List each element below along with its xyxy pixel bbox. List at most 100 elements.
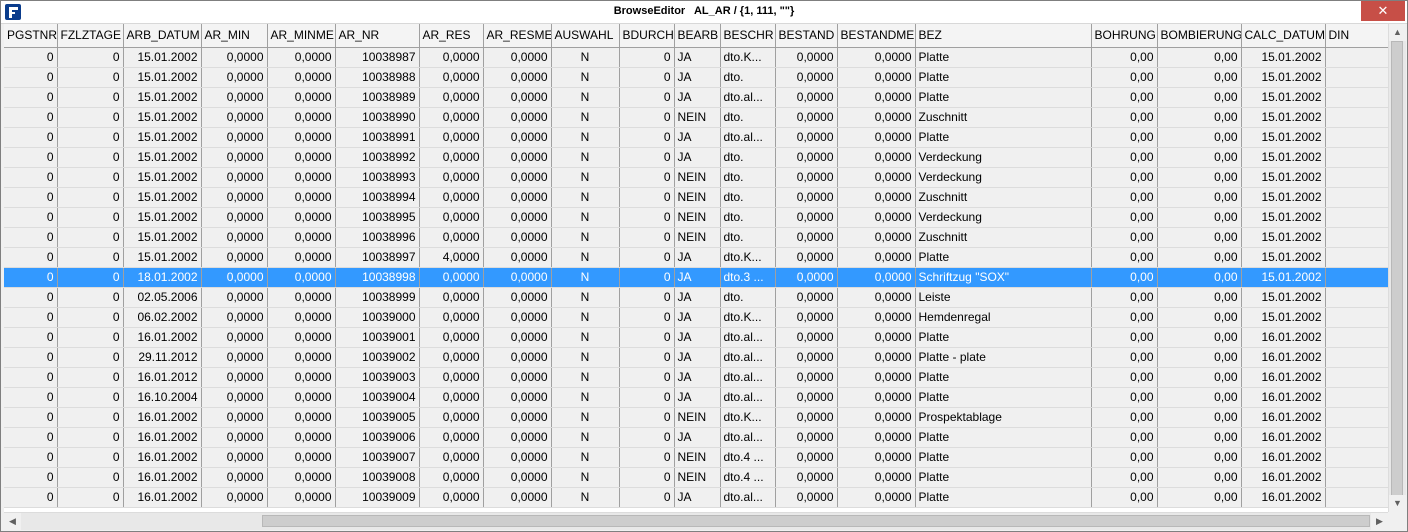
table-cell-fzlztage[interactable]: 0 <box>57 367 124 388</box>
table-cell-ar-nr[interactable]: 10038997 <box>335 247 420 268</box>
table-cell-auswahl[interactable]: N <box>551 187 620 208</box>
table-cell-ar-min[interactable]: 0,0000 <box>201 327 268 348</box>
table-cell-ar-minme[interactable]: 0,0000 <box>267 407 336 428</box>
table-row[interactable]: 0 0 16.10.2004 0,0000 0,0000 10039004 0,0000 0,… <box>4 387 1388 408</box>
table-cell-auswahl[interactable]: N <box>551 367 620 388</box>
table-cell-beschr[interactable]: dto.al... <box>720 347 776 368</box>
table-cell-bestandme[interactable]: 0,0000 <box>837 247 916 268</box>
table-cell-fzlztage[interactable]: 0 <box>57 207 124 228</box>
table-cell-auswahl[interactable]: N <box>551 427 620 448</box>
column-header-arb-datum[interactable]: ARB_DATUM <box>123 24 202 48</box>
table-row[interactable]: 0 0 18.01.2002 0,0000 0,0000 10038998 0,0000 0,… <box>4 267 1388 288</box>
table-cell-bez[interactable]: Prospektablage <box>915 407 1092 428</box>
column-header-bestandme[interactable]: BESTANDME <box>837 24 916 48</box>
table-cell-auswahl[interactable]: N <box>551 407 620 428</box>
table-cell-bestand[interactable]: 0,0000 <box>775 427 838 448</box>
table-cell-din[interactable] <box>1325 127 1388 148</box>
table-cell-arb-datum[interactable]: 02.05.2006 <box>123 287 202 308</box>
scroll-down-icon[interactable]: ▼ <box>1389 495 1406 512</box>
table-cell-bombierung[interactable]: 0,00 <box>1157 107 1242 128</box>
table-cell-ar-res[interactable]: 0,0000 <box>419 207 484 228</box>
table-cell-ar-res[interactable]: 0,0000 <box>419 187 484 208</box>
table-row[interactable]: 0 0 15.01.2002 0,0000 0,0000 10038993 0,0000 0,… <box>4 167 1388 188</box>
table-cell-bestand[interactable]: 0,0000 <box>775 407 838 428</box>
table-cell-fzlztage[interactable]: 0 <box>57 407 124 428</box>
table-cell-bestand[interactable]: 0,0000 <box>775 67 838 88</box>
table-cell-fzlztage[interactable]: 0 <box>57 227 124 248</box>
table-cell-ar-nr[interactable]: 10039007 <box>335 447 420 468</box>
table-cell-ar-resme[interactable]: 0,0000 <box>483 147 552 168</box>
table-cell-ar-resme[interactable]: 0,0000 <box>483 327 552 348</box>
table-cell-beschr[interactable]: dto.al... <box>720 387 776 408</box>
column-header-bestand[interactable]: BESTAND <box>775 24 838 48</box>
table-cell-din[interactable] <box>1325 467 1388 488</box>
table-cell-ar-minme[interactable]: 0,0000 <box>267 307 336 328</box>
table-cell-bombierung[interactable]: 0,00 <box>1157 127 1242 148</box>
table-cell-ar-resme[interactable]: 0,0000 <box>483 447 552 468</box>
table-cell-ar-min[interactable]: 0,0000 <box>201 287 268 308</box>
table-row[interactable]: 0 0 15.01.2002 0,0000 0,0000 10038994 0,0000 0,… <box>4 187 1388 208</box>
table-cell-bez[interactable]: Platte <box>915 467 1092 488</box>
table-row[interactable]: 0 0 15.01.2002 0,0000 0,0000 10038995 0,0000 0,… <box>4 207 1388 228</box>
table-cell-bombierung[interactable]: 0,00 <box>1157 407 1242 428</box>
column-header-bdurch[interactable]: BDURCH <box>619 24 675 48</box>
table-cell-bearb[interactable]: JA <box>674 367 721 388</box>
table-cell-auswahl[interactable]: N <box>551 487 620 508</box>
table-cell-din[interactable] <box>1325 227 1388 248</box>
table-cell-bestand[interactable]: 0,0000 <box>775 127 838 148</box>
table-cell-bestand[interactable]: 0,0000 <box>775 47 838 68</box>
table-cell-pgstnr[interactable]: 0 <box>4 187 58 208</box>
table-cell-pgstnr[interactable]: 0 <box>4 387 58 408</box>
table-row[interactable]: 0 0 15.01.2002 0,0000 0,0000 10038996 0,0000 0,… <box>4 227 1388 248</box>
table-cell-bestandme[interactable]: 0,0000 <box>837 407 916 428</box>
table-cell-auswahl[interactable]: N <box>551 307 620 328</box>
table-cell-bestandme[interactable]: 0,0000 <box>837 367 916 388</box>
column-header-calc-datum[interactable]: CALC_DATUM <box>1241 24 1326 48</box>
table-cell-ar-res[interactable]: 0,0000 <box>419 227 484 248</box>
table-row[interactable]: 0 0 15.01.2002 0,0000 0,0000 10038990 0,0000 0,… <box>4 107 1388 128</box>
table-cell-ar-resme[interactable]: 0,0000 <box>483 367 552 388</box>
column-header-beschr[interactable]: BESCHR <box>720 24 776 48</box>
table-cell-calc-datum[interactable]: 15.01.2002 <box>1241 287 1326 308</box>
table-cell-bestand[interactable]: 0,0000 <box>775 307 838 328</box>
table-cell-bestand[interactable]: 0,0000 <box>775 447 838 468</box>
table-cell-beschr[interactable]: dto.3 ... <box>720 267 776 288</box>
table-cell-ar-resme[interactable]: 0,0000 <box>483 87 552 108</box>
table-cell-pgstnr[interactable]: 0 <box>4 207 58 228</box>
horizontal-scrollbar[interactable]: ◀ ▶ <box>4 512 1388 530</box>
table-cell-bohrung[interactable]: 0,00 <box>1091 447 1158 468</box>
table-cell-pgstnr[interactable]: 0 <box>4 367 58 388</box>
table-cell-pgstnr[interactable]: 0 <box>4 247 58 268</box>
table-cell-bearb[interactable]: NEIN <box>674 227 721 248</box>
table-row[interactable]: 0 0 15.01.2002 0,0000 0,0000 10038992 0,0000 0,… <box>4 147 1388 168</box>
table-cell-bearb[interactable]: JA <box>674 267 721 288</box>
table-cell-bestand[interactable]: 0,0000 <box>775 487 838 508</box>
table-cell-bdurch[interactable]: 0 <box>619 287 675 308</box>
table-cell-ar-res[interactable]: 0,0000 <box>419 267 484 288</box>
table-cell-ar-res[interactable]: 0,0000 <box>419 467 484 488</box>
table-cell-beschr[interactable]: dto.K... <box>720 307 776 328</box>
table-cell-ar-min[interactable]: 0,0000 <box>201 87 268 108</box>
table-cell-fzlztage[interactable]: 0 <box>57 67 124 88</box>
table-cell-ar-nr[interactable]: 10039009 <box>335 487 420 508</box>
table-cell-ar-res[interactable]: 4,0000 <box>419 247 484 268</box>
table-cell-auswahl[interactable]: N <box>551 267 620 288</box>
table-cell-arb-datum[interactable]: 16.01.2002 <box>123 447 202 468</box>
table-cell-ar-nr[interactable]: 10039001 <box>335 327 420 348</box>
table-cell-bearb[interactable]: NEIN <box>674 167 721 188</box>
table-cell-bombierung[interactable]: 0,00 <box>1157 147 1242 168</box>
table-cell-bearb[interactable]: JA <box>674 147 721 168</box>
column-header-din[interactable]: DIN <box>1325 24 1388 48</box>
table-cell-beschr[interactable]: dto.al... <box>720 487 776 508</box>
table-cell-ar-resme[interactable]: 0,0000 <box>483 107 552 128</box>
table-cell-bearb[interactable]: JA <box>674 127 721 148</box>
table-cell-arb-datum[interactable]: 16.01.2002 <box>123 487 202 508</box>
column-header-bearb[interactable]: BEARB <box>674 24 721 48</box>
column-header-bez[interactable]: BEZ <box>915 24 1092 48</box>
table-cell-pgstnr[interactable]: 0 <box>4 87 58 108</box>
table-cell-bohrung[interactable]: 0,00 <box>1091 427 1158 448</box>
table-cell-beschr[interactable]: dto.al... <box>720 127 776 148</box>
table-cell-auswahl[interactable]: N <box>551 67 620 88</box>
table-cell-ar-minme[interactable]: 0,0000 <box>267 367 336 388</box>
table-cell-calc-datum[interactable]: 16.01.2002 <box>1241 427 1326 448</box>
